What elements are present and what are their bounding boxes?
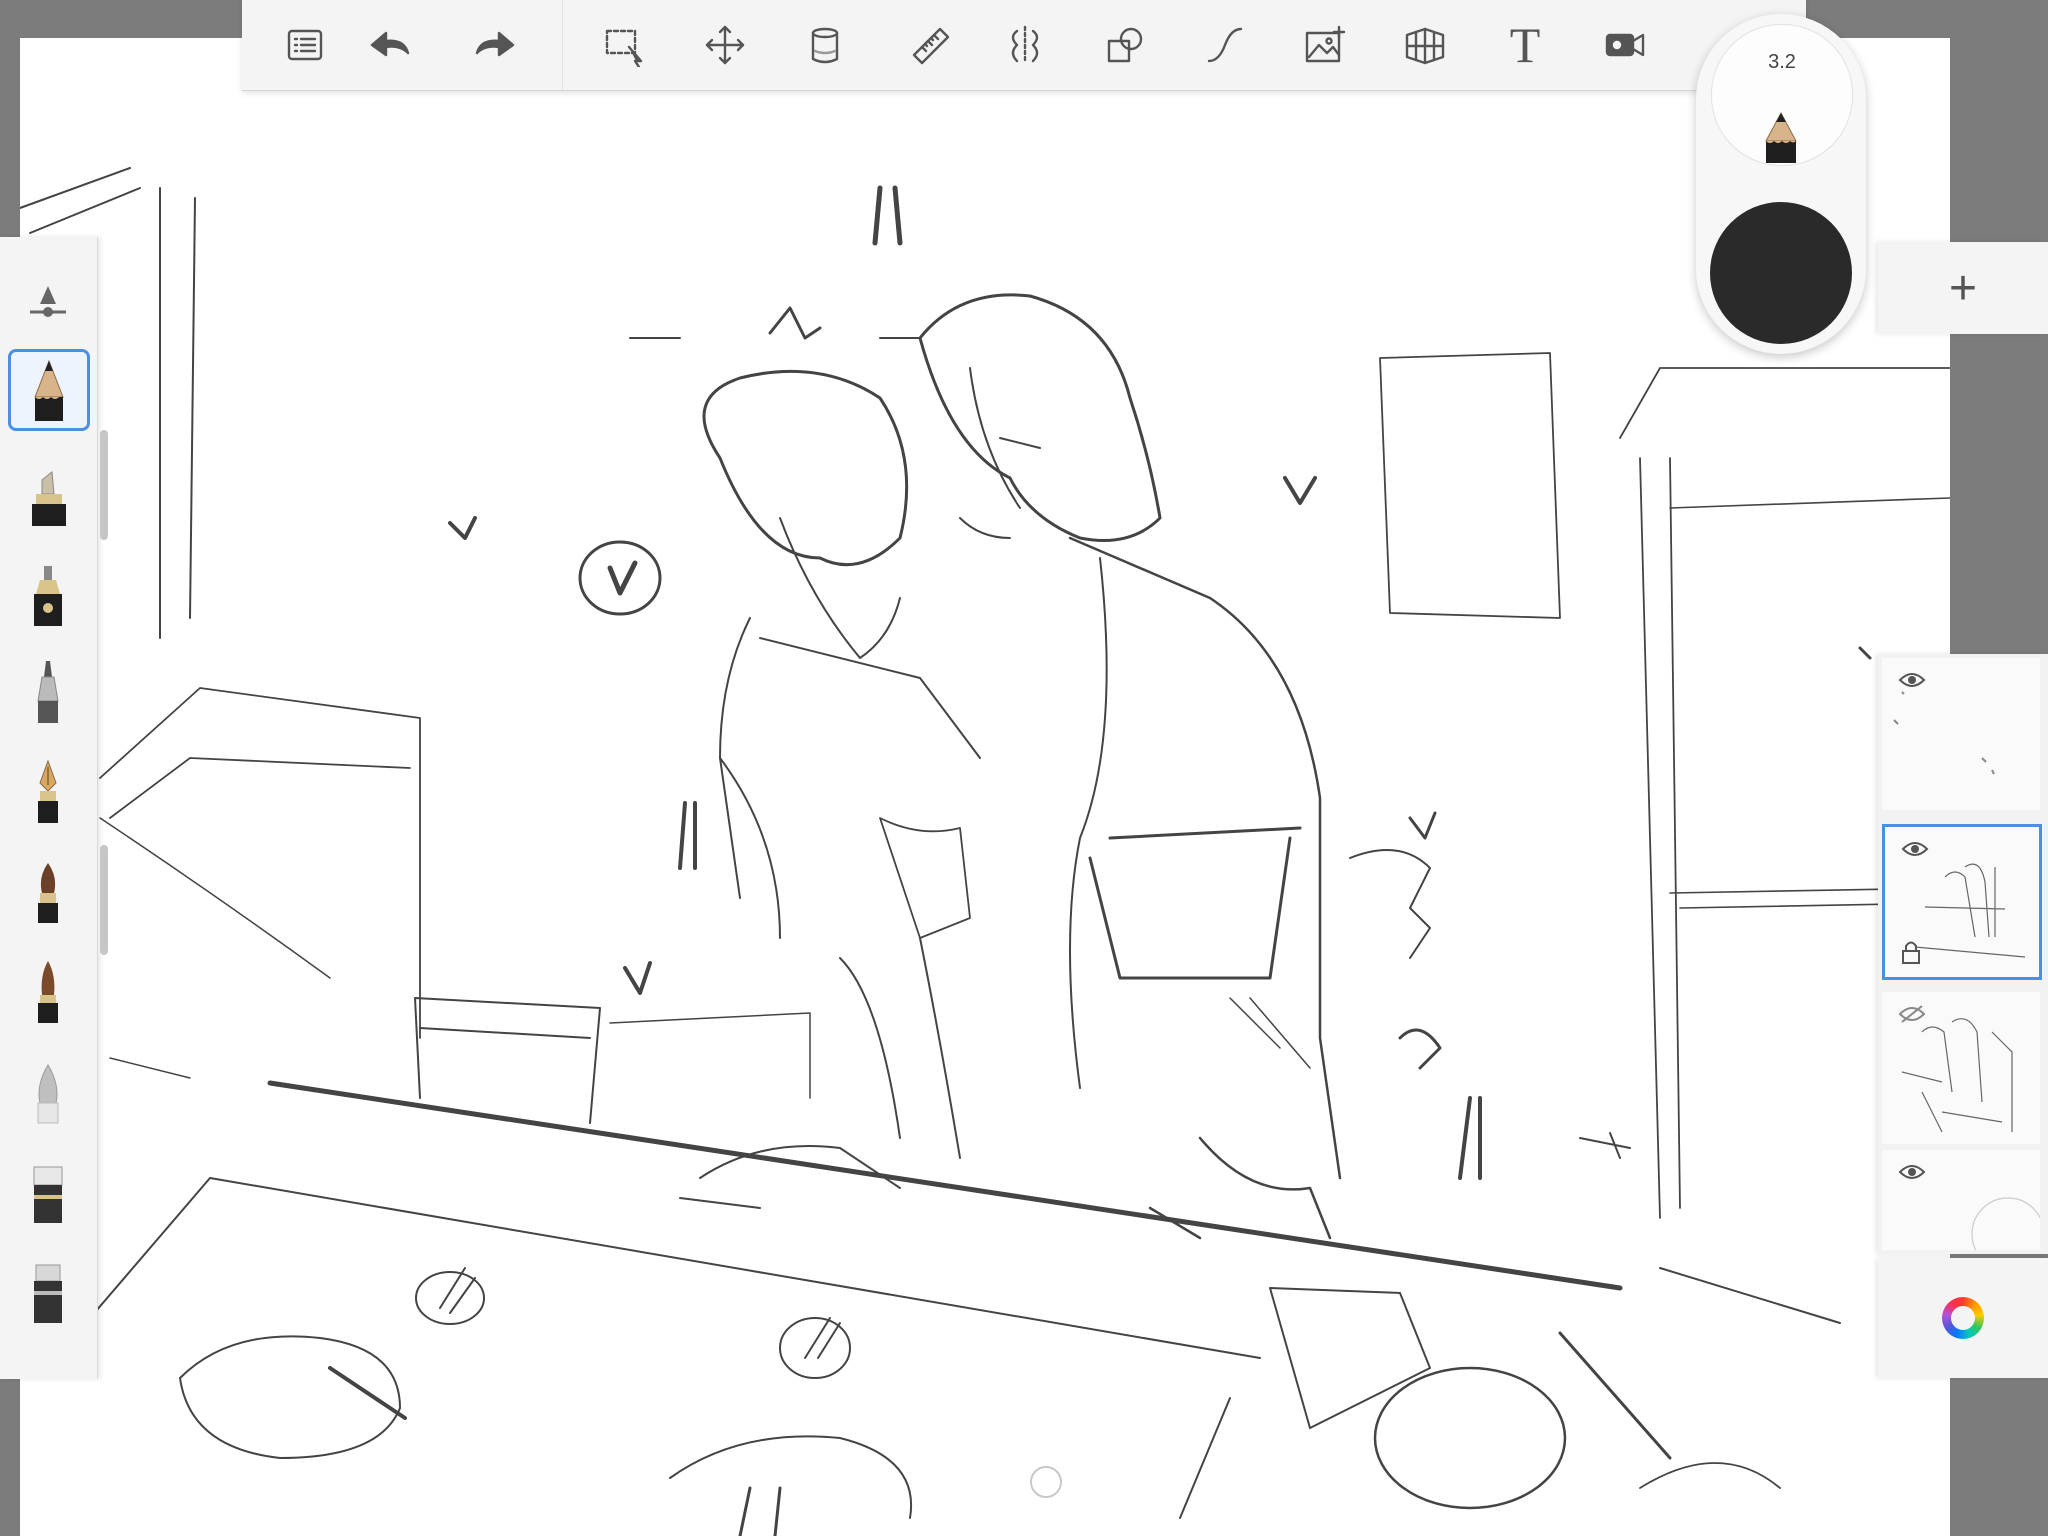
add-image-icon[interactable]: [1297, 17, 1353, 73]
selection-icon[interactable]: [597, 17, 653, 73]
layer-2[interactable]: [1882, 824, 2042, 980]
layers-panel: [1878, 654, 2048, 1254]
eye-icon[interactable]: [1898, 670, 1926, 690]
add-layer-button[interactable]: +: [1878, 242, 2048, 334]
perspective-grid-icon[interactable]: [1397, 17, 1453, 73]
color-picker-button[interactable]: [1878, 1258, 2048, 1378]
paint-brush-icon[interactable]: [8, 852, 88, 932]
palette-scroll-handle[interactable]: [100, 430, 108, 540]
fill-icon[interactable]: [797, 17, 853, 73]
loading-indicator: [1030, 1466, 1062, 1498]
marker-icon[interactable]: [8, 455, 88, 535]
ruler-icon[interactable]: [902, 17, 958, 73]
eraser-icon[interactable]: [8, 1152, 88, 1232]
eye-hidden-icon[interactable]: [1898, 1004, 1926, 1024]
time-lapse-icon[interactable]: [1597, 17, 1653, 73]
lock-icon: [1902, 941, 1920, 964]
layer-3[interactable]: [1882, 992, 2040, 1144]
redo-icon[interactable]: [467, 17, 523, 73]
ink-pen-icon[interactable]: [8, 555, 88, 635]
smudge-icon[interactable]: [8, 1052, 88, 1132]
undo-icon[interactable]: [362, 17, 418, 73]
fountain-pen-icon[interactable]: [8, 752, 88, 832]
palette-scroll-handle[interactable]: [100, 845, 108, 955]
transform-icon[interactable]: [697, 17, 753, 73]
brush-size-control[interactable]: 3.2: [1711, 24, 1853, 166]
brush-color-swatch[interactable]: [1710, 202, 1852, 344]
ink-brush-icon[interactable]: [8, 952, 88, 1032]
eye-icon[interactable]: [1901, 839, 1929, 859]
hard-eraser-icon[interactable]: [8, 1252, 88, 1332]
curve-icon[interactable]: [1197, 17, 1253, 73]
text-icon[interactable]: T: [1497, 17, 1553, 73]
toolbar-divider: [562, 0, 563, 90]
brush-size-value: 3.2: [1768, 51, 1796, 73]
pencil-icon[interactable]: [8, 349, 90, 431]
color-wheel-icon: [1942, 1297, 1984, 1339]
brush-puck[interactable]: 3.2: [1696, 14, 1866, 354]
opacity-slider-icon[interactable]: [8, 259, 88, 339]
top-toolbar: T: [242, 0, 1806, 91]
list-icon[interactable]: [277, 17, 333, 73]
layer-1[interactable]: [1882, 658, 2040, 810]
eye-icon[interactable]: [1898, 1162, 1926, 1182]
sketch-artwork: [20, 167, 1950, 1536]
drawing-canvas[interactable]: [20, 38, 1950, 1536]
layer-4[interactable]: [1882, 1150, 2040, 1250]
pencil-icon: [1765, 111, 1797, 163]
symmetry-icon[interactable]: [997, 17, 1053, 73]
brush-palette: [0, 237, 98, 1379]
ballpoint-icon[interactable]: [8, 652, 88, 732]
shapes-icon[interactable]: [1097, 17, 1153, 73]
